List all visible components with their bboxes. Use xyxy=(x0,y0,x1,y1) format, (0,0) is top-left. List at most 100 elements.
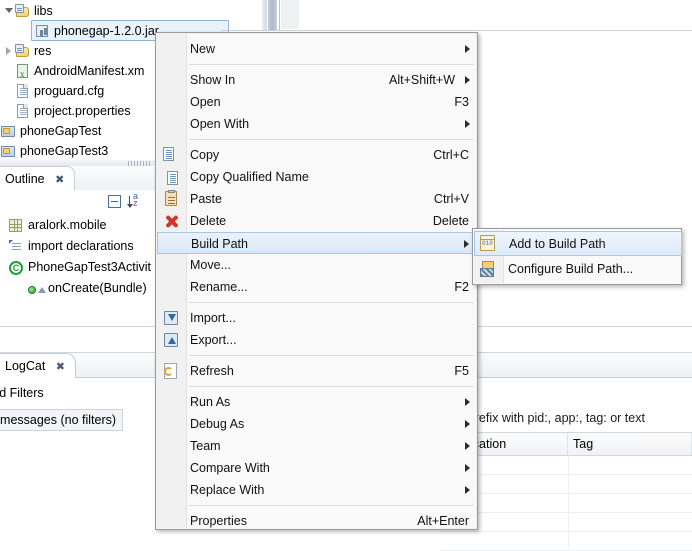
menu-item-label: Compare With xyxy=(190,461,270,475)
logcat-tab-label: LogCat xyxy=(5,359,46,373)
close-icon[interactable]: ✖ xyxy=(55,168,64,192)
menu-item-rename[interactable]: Rename... F2 xyxy=(186,276,477,298)
submenu-arrow-icon xyxy=(464,240,469,248)
build-path-submenu[interactable]: Add to Build Path Configure Build Path... xyxy=(472,228,682,285)
submenu-arrow-icon xyxy=(465,76,470,84)
public-method-icon xyxy=(28,281,46,297)
tree-item-label: proguard.cfg xyxy=(34,84,105,98)
filter-all-messages[interactable]: ll messages (no filters) xyxy=(0,409,124,431)
menu-item-label: Show In xyxy=(190,73,236,87)
editor-bottom-rule xyxy=(221,30,692,31)
menu-item-accelerator: F2 xyxy=(454,280,469,294)
menu-item-import[interactable]: Import... xyxy=(186,307,477,329)
menu-item-properties[interactable]: Properties Alt+Enter xyxy=(186,510,477,532)
menu-item-label: Run As xyxy=(190,395,231,409)
collapse-arrow-icon[interactable] xyxy=(2,41,14,61)
tree-row[interactable]: libs xyxy=(0,1,262,21)
tab-logcat[interactable]: LogCat ✖ xyxy=(0,353,77,379)
menu-item-export[interactable]: Export... xyxy=(186,329,477,351)
menu-item-label: Open xyxy=(190,95,221,109)
editor-vertical-scrollbar[interactable] xyxy=(262,0,267,30)
logcat-column-header[interactable]: Tag xyxy=(568,433,692,455)
import-icon xyxy=(162,309,180,327)
submenu-arrow-icon xyxy=(465,464,470,472)
jar-file-icon xyxy=(34,23,50,39)
menu-item-accelerator: Delete xyxy=(432,214,469,228)
menu-item-debug-as[interactable]: Debug As xyxy=(186,413,477,435)
tree-item-label: phoneGapTest3 xyxy=(20,144,109,158)
java-class-icon: C xyxy=(8,260,24,276)
submenu-item-label: Configure Build Path... xyxy=(508,262,634,276)
menu-item-open-with[interactable]: Open With xyxy=(186,113,477,135)
menu-item-compare-with[interactable]: Compare With xyxy=(186,457,477,479)
menu-separator xyxy=(189,386,474,387)
menu-item-paste[interactable]: Paste Ctrl+V xyxy=(186,188,477,210)
outline-item-label: PhoneGapTest3Activit xyxy=(28,260,151,274)
editor-edge-line xyxy=(279,0,280,31)
tree-item-label: res xyxy=(34,44,52,58)
collapse-all-icon[interactable] xyxy=(106,193,124,211)
saved-filters-label: ved Filters xyxy=(0,386,44,400)
tab-outline[interactable]: Outline ✖ xyxy=(0,166,76,192)
menu-item-copy-qualified-name[interactable]: Copy Qualified Name xyxy=(186,166,477,188)
sort-alphabetically-icon[interactable]: a z xyxy=(127,191,146,211)
submenu-item-configure-build-path[interactable]: Configure Build Path... xyxy=(474,257,682,282)
menu-item-accelerator: Alt+Enter xyxy=(417,514,469,528)
editor-split-divider xyxy=(268,0,277,31)
close-icon[interactable]: ✖ xyxy=(56,355,65,379)
copy-icon xyxy=(162,146,180,164)
refresh-icon xyxy=(162,362,180,380)
menu-item-move[interactable]: Move... xyxy=(186,254,477,276)
menu-item-label: Properties xyxy=(190,514,247,528)
outline-item-label: import declarations xyxy=(28,239,134,253)
menu-item-team[interactable]: Team xyxy=(186,435,477,457)
menu-item-label: Replace With xyxy=(190,483,265,497)
menu-item-open[interactable]: Open F3 xyxy=(186,91,477,113)
menu-item-label: Build Path xyxy=(191,237,248,251)
context-menu[interactable]: New Show In Alt+Shift+W Open F3 Open With Copy… xyxy=(155,32,478,530)
import-declarations-icon xyxy=(8,239,24,255)
menu-item-accelerator: Alt+Shift+W xyxy=(389,73,455,87)
submenu-arrow-icon xyxy=(465,120,470,128)
tree-item-label: project.properties xyxy=(34,104,131,118)
menu-item-replace-with[interactable]: Replace With xyxy=(186,479,477,501)
table-row[interactable] xyxy=(440,531,692,551)
menu-separator xyxy=(189,302,474,303)
outline-item-label: aralork.mobile xyxy=(28,218,107,232)
menu-item-label: Rename... xyxy=(190,280,248,294)
android-project-icon xyxy=(0,143,16,159)
menu-item-copy[interactable]: Copy Ctrl+C xyxy=(186,144,477,166)
menu-item-accelerator: Ctrl+V xyxy=(433,192,469,206)
menu-item-build-path[interactable]: Build Path xyxy=(157,232,477,254)
submenu-arrow-icon xyxy=(465,45,470,53)
delete-icon xyxy=(162,212,180,230)
expand-arrow-icon[interactable] xyxy=(2,1,14,21)
menu-item-refresh[interactable]: Refresh F5 xyxy=(186,360,477,382)
outline-tab-label: Outline xyxy=(5,172,45,186)
copy-qualified-icon xyxy=(162,168,180,186)
editor-area-background xyxy=(300,0,692,30)
tree-item-label: phoneGapTest xyxy=(20,124,102,138)
package-folder-icon xyxy=(14,43,30,59)
package-folder-icon xyxy=(14,3,30,19)
logcat-grid-line xyxy=(568,454,569,549)
tree-item-label: phonegap-1.2.0.jar xyxy=(54,24,159,38)
menu-item-delete[interactable]: Delete Delete xyxy=(186,210,477,232)
menu-separator xyxy=(189,64,474,65)
add-to-build-path-icon xyxy=(480,235,495,251)
editor-gutter-strip xyxy=(281,0,299,29)
menu-item-accelerator: F5 xyxy=(454,364,469,378)
menu-item-run-as[interactable]: Run As xyxy=(186,391,477,413)
menu-item-label: Debug As xyxy=(190,417,245,431)
package-icon xyxy=(8,218,24,234)
submenu-arrow-icon xyxy=(465,486,470,494)
file-icon xyxy=(14,83,30,99)
menu-item-new[interactable]: New xyxy=(186,38,477,60)
submenu-arrow-icon xyxy=(465,420,470,428)
menu-item-show-in[interactable]: Show In Alt+Shift+W xyxy=(186,69,477,91)
tree-item-label: libs xyxy=(34,4,53,18)
submenu-arrow-icon xyxy=(465,398,470,406)
submenu-item-add-to-build-path[interactable]: Add to Build Path xyxy=(474,231,682,256)
menu-separator xyxy=(189,139,474,140)
menu-item-accelerator: Ctrl+C xyxy=(433,148,469,162)
